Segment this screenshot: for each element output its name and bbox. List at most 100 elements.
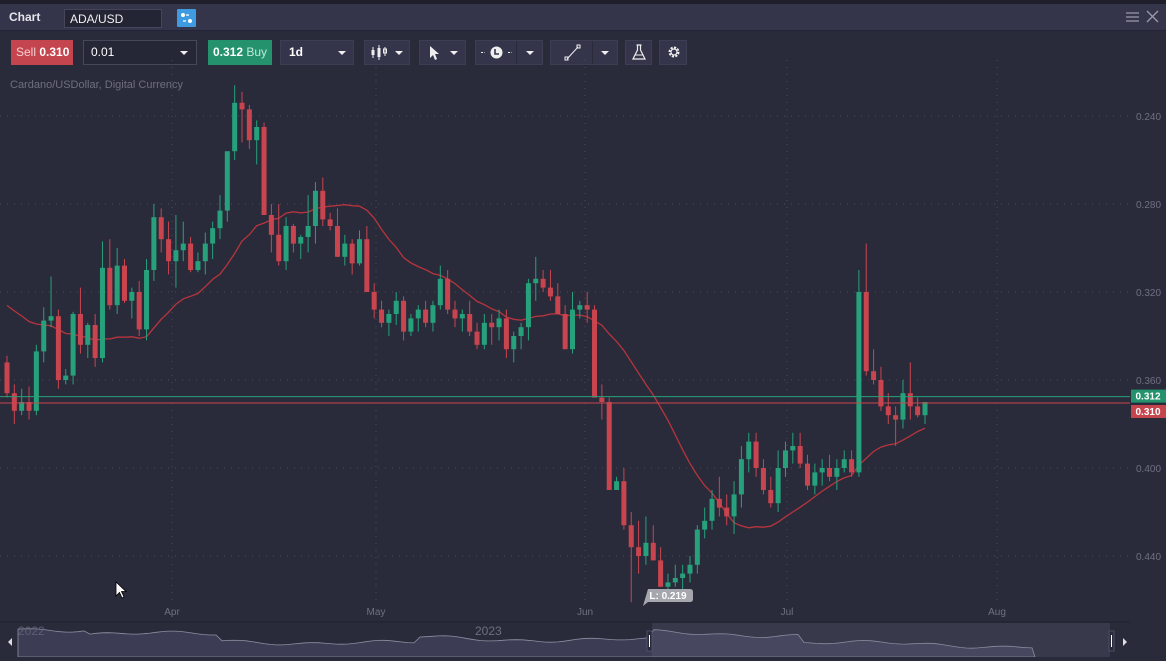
- candle-body: [452, 309, 458, 319]
- low-price-marker: L: 0.219: [643, 589, 693, 606]
- chart-window: Chart ADA/USD Sell 0.310 0.01 0.312 Buy …: [0, 4, 1166, 661]
- candle: [305, 195, 311, 253]
- price-tick-label: 0.360: [1136, 376, 1161, 387]
- candle-body: [562, 314, 568, 350]
- candle-body: [305, 226, 311, 237]
- candle-body: [327, 219, 333, 226]
- candle-body: [665, 582, 671, 587]
- candle: [775, 450, 781, 512]
- candle-body: [55, 316, 61, 380]
- price-chart[interactable]: 0.440 0.400 0.360 0.320 0.280 0.240 Apr May Jun…: [0, 0, 1166, 657]
- candle-body: [379, 309, 385, 323]
- candle: [334, 208, 340, 257]
- navigator-strip[interactable]: 2022 2023: [0, 623, 1166, 657]
- candle: [658, 547, 664, 587]
- candle-body: [760, 468, 766, 490]
- candle-body: [4, 362, 10, 394]
- candle-body: [900, 393, 906, 420]
- candle-body: [195, 261, 201, 270]
- candle: [753, 432, 759, 477]
- navigator-right-handle[interactable]: [1108, 630, 1115, 652]
- candle-body: [268, 215, 274, 235]
- candle: [915, 397, 921, 418]
- candle: [665, 573, 671, 592]
- candle: [254, 120, 260, 165]
- candle-body: [643, 542, 649, 556]
- candle: [136, 281, 142, 336]
- candle-body: [885, 406, 891, 416]
- time-tick-label: Jun: [577, 607, 593, 618]
- candle-body: [85, 325, 91, 345]
- candle-body: [790, 446, 796, 451]
- candle: [474, 322, 480, 350]
- candle-body: [423, 309, 429, 323]
- candle-body: [827, 468, 833, 477]
- candle-body: [254, 127, 260, 141]
- candle: [386, 309, 392, 336]
- candle: [555, 283, 561, 314]
- candle-body: [797, 446, 803, 464]
- candle: [606, 397, 612, 490]
- candle: [562, 305, 568, 350]
- candle: [518, 322, 524, 350]
- candle-body: [70, 314, 76, 376]
- price-tick-label: 0.440: [1136, 552, 1161, 563]
- candlestick-series: [4, 85, 928, 603]
- candle-body: [202, 243, 208, 262]
- candle-body: [856, 292, 862, 473]
- candle-body: [41, 320, 47, 352]
- candle: [349, 239, 355, 275]
- candle-body: [459, 314, 465, 319]
- candle-body: [819, 468, 825, 473]
- candle-body: [334, 226, 340, 257]
- candle-body: [180, 243, 186, 251]
- candle-body: [357, 239, 363, 264]
- candle-body: [210, 228, 216, 244]
- candle: [55, 309, 61, 389]
- candle: [437, 265, 443, 310]
- candle: [459, 309, 465, 332]
- candle-body: [401, 300, 407, 332]
- candle-body: [871, 371, 877, 380]
- candle-body: [922, 402, 928, 416]
- buy-price-marker: 0.312: [1131, 389, 1166, 403]
- candle: [694, 525, 700, 574]
- candle: [408, 314, 414, 336]
- candle: [540, 270, 546, 292]
- candle: [452, 300, 458, 328]
- candle-body: [415, 309, 421, 319]
- candle: [298, 234, 304, 259]
- candle-body: [782, 450, 788, 468]
- candle: [900, 380, 906, 429]
- candle: [232, 85, 238, 160]
- candle-body: [77, 314, 83, 345]
- candle-body: [232, 102, 238, 152]
- candle-body: [158, 217, 164, 240]
- candle: [636, 520, 642, 574]
- candle: [856, 270, 862, 477]
- candle-body: [672, 578, 678, 583]
- candle: [841, 450, 847, 473]
- candle-body: [724, 507, 730, 517]
- candle: [724, 494, 730, 526]
- navigator-left-handle[interactable]: [646, 630, 653, 652]
- candle-body: [11, 393, 17, 411]
- candle-body: [525, 283, 531, 328]
- candle: [878, 366, 884, 411]
- navigator-year-2023: 2023: [475, 624, 502, 638]
- candle: [423, 300, 429, 328]
- candle: [871, 349, 877, 385]
- candle: [827, 454, 833, 482]
- candle-body: [48, 316, 54, 321]
- candle: [569, 292, 575, 354]
- candle-body: [320, 190, 326, 220]
- candle: [643, 516, 649, 565]
- candle: [246, 105, 252, 149]
- candle: [481, 314, 487, 350]
- candle-body: [628, 525, 634, 548]
- candle: [415, 305, 421, 332]
- candle: [467, 300, 473, 336]
- navigator-selected-range[interactable]: [652, 623, 1110, 657]
- candle: [122, 259, 128, 303]
- candle-body: [680, 573, 686, 578]
